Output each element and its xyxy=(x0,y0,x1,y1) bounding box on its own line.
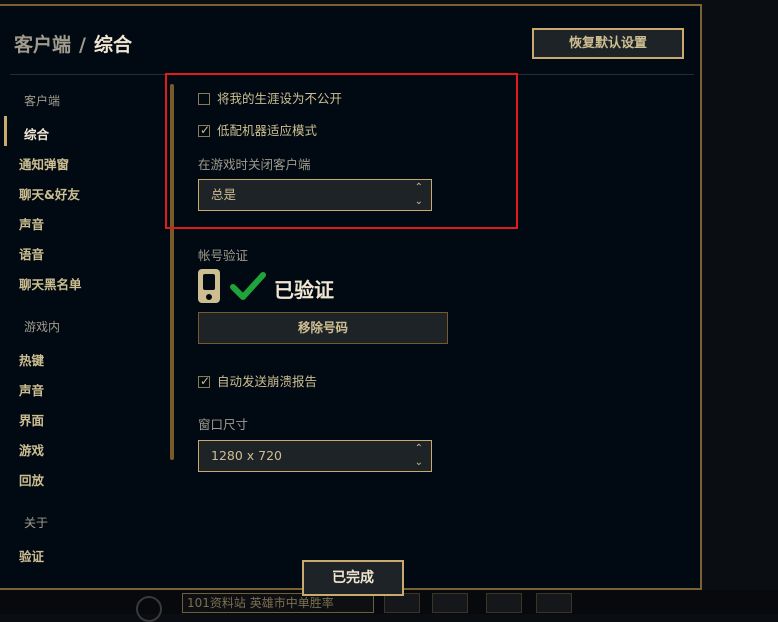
phone-icon xyxy=(198,269,220,303)
done-button[interactable]: 已完成 xyxy=(302,560,404,596)
background-thumbnail xyxy=(384,593,420,613)
breadcrumb-separator: / xyxy=(79,34,86,56)
auto-crash-report-label: 自动发送崩溃报告 xyxy=(217,374,318,389)
sidebar-item-notifications[interactable]: 通知弹窗 xyxy=(19,154,69,173)
settings-header: 客户端 / 综合 恢复默认设置 xyxy=(0,6,696,74)
background-circle-icon xyxy=(136,596,162,622)
active-nav-marker xyxy=(4,116,7,146)
account-verification-label: 帐号验证 xyxy=(198,248,249,263)
sidebar-item-sound[interactable]: 声音 xyxy=(19,214,44,233)
sidebar-item-replays[interactable]: 回放 xyxy=(19,470,44,489)
checkmark-icon: ✓ xyxy=(200,374,211,388)
background-thumbnail xyxy=(486,593,522,613)
sidebar-item-chat-blocklist[interactable]: 聊天黑名单 xyxy=(19,274,82,293)
auto-crash-report-checkbox[interactable]: ✓ xyxy=(198,374,211,388)
background-banner-text: 101资料站 英雄市中单胜率 xyxy=(182,593,374,613)
check-icon xyxy=(230,272,266,300)
sidebar-item-interface[interactable]: 界面 xyxy=(19,410,44,429)
remove-number-button[interactable]: 移除号码 xyxy=(198,312,448,344)
sidebar-item-game[interactable]: 游戏 xyxy=(19,440,44,459)
breadcrumb: 客户端 / 综合 xyxy=(14,30,132,57)
sidebar-item-hotkeys[interactable]: 热键 xyxy=(19,350,44,369)
sidebar-item-voice[interactable]: 语音 xyxy=(19,244,44,263)
page-title: 综合 xyxy=(93,34,132,56)
sidebar-item-chat-friends[interactable]: 聊天&好友 xyxy=(19,184,80,203)
background-thumbnail xyxy=(432,593,468,613)
annotation-highlight-box xyxy=(165,73,518,229)
window-size-select[interactable]: 1280 x 720 ⌃ ⌄ xyxy=(198,440,432,472)
breadcrumb-parent[interactable]: 客户端 xyxy=(14,34,71,56)
verification-status: 已验证 xyxy=(274,278,334,302)
sidebar-item-verification[interactable]: 验证 xyxy=(19,546,44,565)
nav-group-about: 关于 xyxy=(24,516,49,530)
nav-group-client: 客户端 xyxy=(24,94,61,108)
nav-group-in-game: 游戏内 xyxy=(24,320,61,334)
sidebar-item-ingame-sound[interactable]: 声音 xyxy=(19,380,44,399)
background-thumbnail xyxy=(536,593,572,613)
window-size-value: 1280 x 720 xyxy=(211,448,283,463)
window-size-label: 窗口尺寸 xyxy=(198,417,249,432)
select-arrows-icon: ⌃ ⌄ xyxy=(414,443,423,468)
restore-defaults-button[interactable]: 恢复默认设置 xyxy=(532,28,684,59)
settings-modal: 客户端 / 综合 恢复默认设置 客户端 综合 通知弹窗 聊天&好友 声音 语音 聊天… xyxy=(0,4,702,596)
sidebar-item-general[interactable]: 综合 xyxy=(24,124,49,143)
